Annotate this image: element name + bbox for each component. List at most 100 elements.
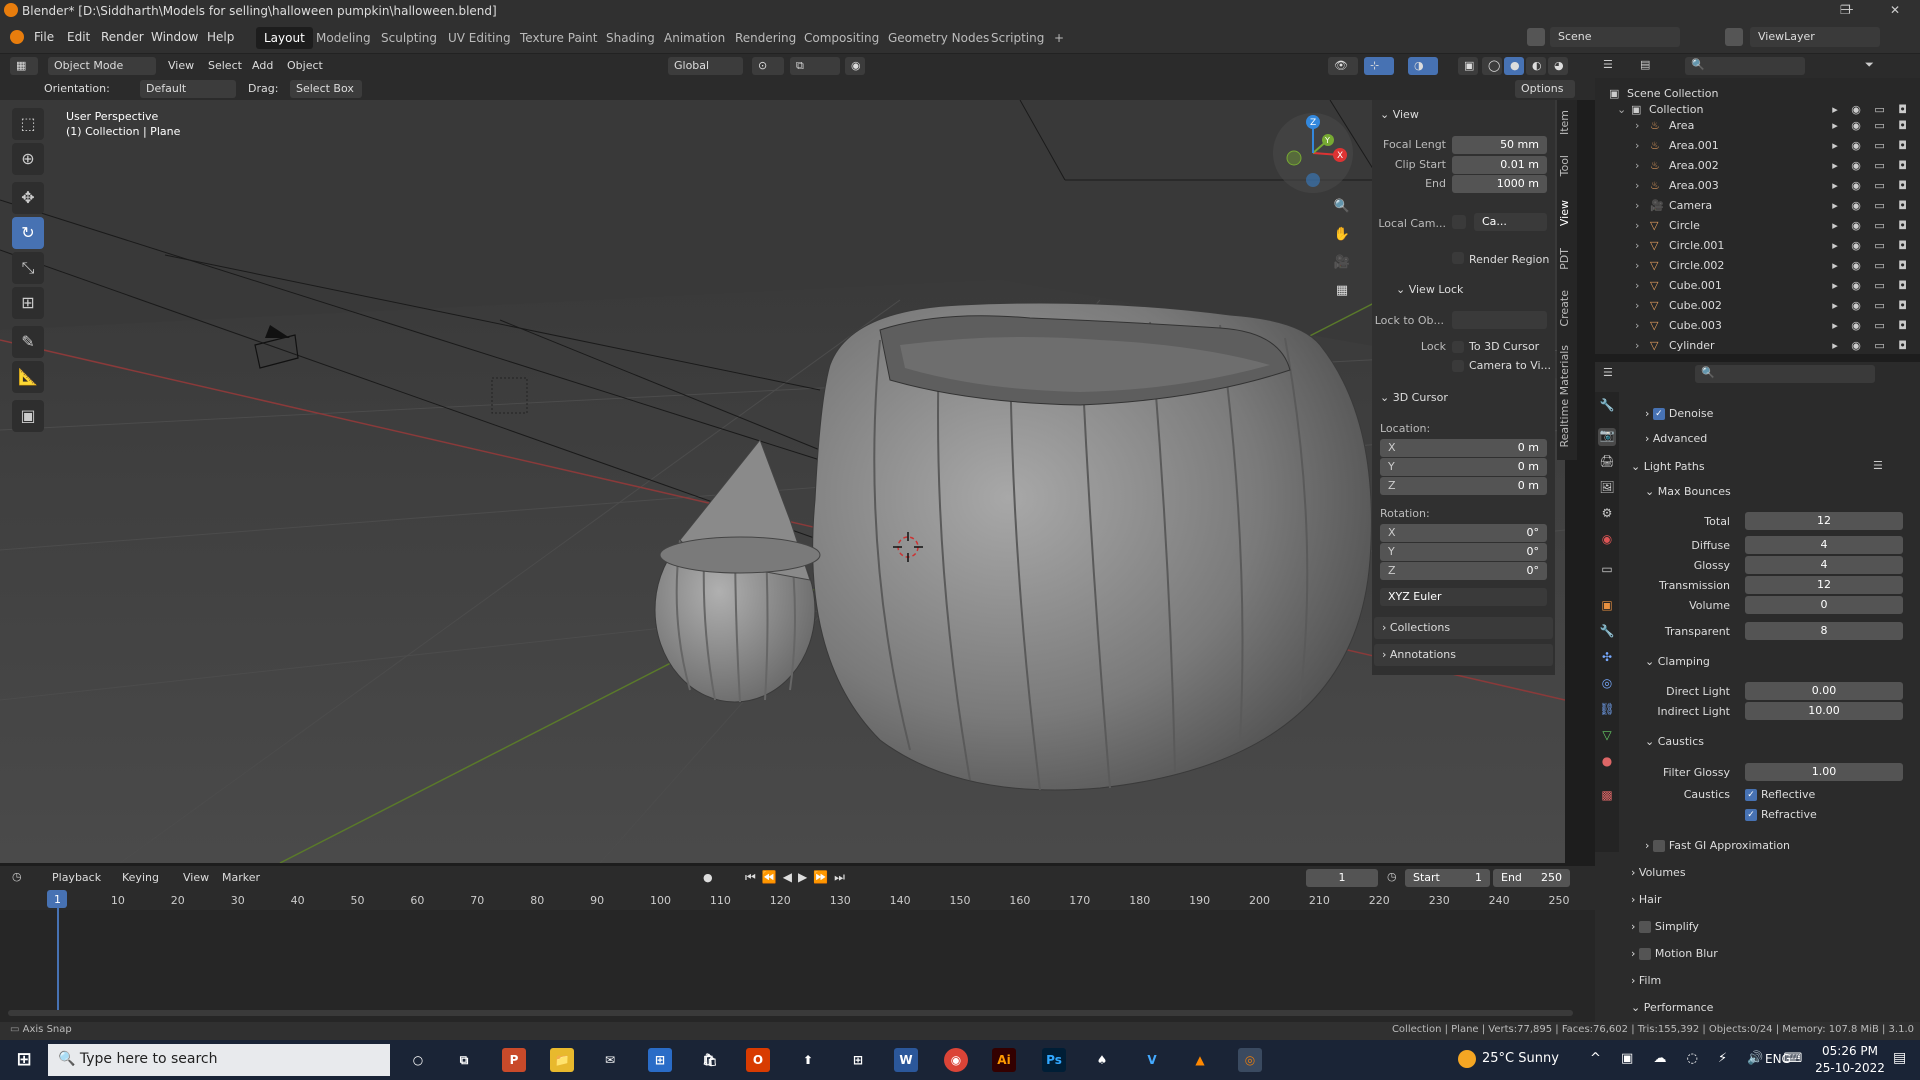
outliner-item[interactable]: › ♨ Area.002 ▸ ◉ ▭ ◘ — [1595, 156, 1920, 176]
header-menu-select[interactable]: Select — [208, 59, 242, 72]
mode-selector[interactable]: Object Mode — [48, 57, 156, 75]
vtab-tool[interactable]: Tool — [1558, 155, 1578, 176]
transform-tool-icon[interactable]: ⊞ — [12, 287, 44, 319]
scale-tool-icon[interactable]: ⤡ — [12, 252, 44, 284]
outliner-item-visibility-icons[interactable]: ▸ ◉ ▭ ◘ — [1832, 319, 1912, 332]
outliner-item-visibility-icons[interactable]: ▸ ◉ ▭ ◘ — [1832, 239, 1912, 252]
rotation-mode-dropdown[interactable]: XYZ Euler — [1380, 588, 1547, 606]
timeline-editor-icon[interactable]: ◷ — [12, 870, 22, 883]
collapse-chevron-icon[interactable]: ⌄ — [1617, 103, 1626, 116]
timeline-scrollbar[interactable] — [8, 1010, 1573, 1016]
reflective-checkbox[interactable]: ✓ — [1745, 789, 1757, 801]
rendered-shading-icon[interactable]: ◕ — [1548, 57, 1568, 75]
vtab-view[interactable]: View — [1558, 200, 1578, 226]
end-frame-field[interactable]: End 250 — [1493, 869, 1570, 887]
cursor-rot-z-field[interactable]: Z 0° — [1380, 562, 1547, 580]
outliner-item-visibility-icons[interactable]: ▸ ◉ ▭ ◘ — [1832, 139, 1912, 152]
playback-controls[interactable]: ⏮⏪◀▶⏩⏭ — [745, 870, 851, 885]
tool-tab-icon[interactable]: 🔧 — [1598, 398, 1616, 416]
gizmo-icon[interactable]: ⊹ — [1364, 57, 1394, 75]
blender-menu-icon[interactable] — [10, 30, 24, 44]
ortho-grid-icon[interactable]: ▦ — [1330, 279, 1354, 303]
windows-start-icon[interactable]: ⊞ — [12, 1048, 36, 1072]
add-cube-tool-icon[interactable]: ▣ — [12, 400, 44, 432]
tab-rendering[interactable]: Rendering — [727, 27, 804, 49]
physics-tab-icon[interactable]: ◎ — [1598, 676, 1616, 694]
vtab-create[interactable]: Create — [1558, 290, 1578, 327]
3d-cursor-section[interactable]: ⌄ 3D Cursor — [1380, 391, 1448, 404]
motion-blur-section[interactable]: › Motion Blur — [1631, 947, 1718, 960]
presets-list-icon[interactable]: ☰ — [1873, 459, 1883, 472]
menu-window[interactable]: Window — [151, 30, 198, 44]
blender-taskbar-icon[interactable]: ◎ — [1238, 1048, 1262, 1072]
collections-section[interactable]: › Collections — [1374, 617, 1553, 639]
direct-light-field[interactable]: 0.00 — [1745, 682, 1903, 700]
transparent-field[interactable]: 8 — [1745, 622, 1903, 640]
view-layer-tab-icon[interactable]: 🖼 — [1598, 480, 1616, 498]
orientation-dropdown[interactable]: Default — [140, 80, 236, 98]
denoise-row[interactable]: › ✓ Denoise — [1645, 407, 1713, 420]
outliner-item[interactable]: › ▽ Circle ▸ ◉ ▭ ◘ — [1595, 216, 1920, 236]
timeline-ruler[interactable]: 10 20 30 40 50 60 70 80 90 100 110 120 130 140 150 160 1… — [0, 890, 1595, 910]
move-tool-icon[interactable]: ✥ — [12, 182, 44, 214]
options-button[interactable]: Options — [1515, 80, 1575, 98]
header-menu-add[interactable]: Add — [252, 59, 273, 72]
outliner-search-input[interactable]: 🔍 — [1685, 57, 1805, 75]
vtab-pdt[interactable]: PDT — [1558, 248, 1578, 270]
texture-tab-icon[interactable]: ▩ — [1598, 788, 1616, 806]
menu-help[interactable]: Help — [207, 30, 234, 44]
marker-menu[interactable]: Marker — [222, 871, 260, 884]
timeline-area[interactable]: 10 20 30 40 50 60 70 80 90 100 110 120 130 140 150 160 1… — [0, 890, 1595, 1022]
illustrator-icon[interactable]: Ai — [992, 1048, 1016, 1072]
diffuse-field[interactable]: 4 — [1745, 536, 1903, 554]
advanced-section[interactable]: › Advanced — [1645, 432, 1707, 445]
outliner-item-visibility-icons[interactable]: ▸ ◉ ▭ ◘ — [1832, 279, 1912, 292]
calculator-icon[interactable]: ⊞ — [648, 1048, 672, 1072]
file-explorer-icon[interactable]: 📁 — [550, 1048, 574, 1072]
transmission-field[interactable]: 12 — [1745, 576, 1903, 594]
properties-search-input[interactable]: 🔍 — [1695, 365, 1875, 383]
simplify-section[interactable]: › Simplify — [1631, 920, 1699, 933]
indirect-light-field[interactable]: 10.00 — [1745, 702, 1903, 720]
object-tab-icon[interactable]: ▣ — [1598, 598, 1616, 616]
hair-section[interactable]: › Hair — [1631, 893, 1662, 906]
office-icon[interactable]: O — [746, 1048, 770, 1072]
header-menu-object[interactable]: Object — [287, 59, 323, 72]
wireframe-shading-icon[interactable]: ◯ — [1482, 57, 1502, 75]
vtab-realtime-materials[interactable]: Realtime Materials — [1558, 345, 1578, 447]
3d-viewport[interactable]: User Perspective (1) Collection | Plane … — [0, 100, 1565, 863]
motion-blur-checkbox[interactable] — [1638, 948, 1651, 960]
clamping-section[interactable]: ⌄ Clamping — [1645, 655, 1710, 668]
snap-icon[interactable]: ⧉ — [790, 57, 840, 75]
local-camera-field[interactable]: Ca... — [1474, 213, 1547, 231]
volume-field[interactable]: 0 — [1745, 596, 1903, 614]
outliner-item-visibility-icons[interactable]: ▸ ◉ ▭ ◘ — [1832, 199, 1912, 212]
cursor-rot-x-field[interactable]: X 0° — [1380, 524, 1547, 542]
annotate-tool-icon[interactable]: ✎ — [12, 326, 44, 358]
performance-section[interactable]: ⌄ Performance — [1631, 1001, 1713, 1014]
tab-layout[interactable]: Layout — [256, 27, 313, 49]
maximize-button[interactable]: ❐ — [1840, 3, 1851, 17]
tab-shading[interactable]: Shading — [598, 27, 663, 49]
clip-end-field[interactable]: 1000 m — [1452, 175, 1547, 193]
playback-menu[interactable]: Playback — [52, 871, 101, 884]
lock-to-object-field[interactable] — [1452, 311, 1547, 329]
modifier-tab-icon[interactable]: 🔧 — [1598, 624, 1616, 642]
start-frame-field[interactable]: Start 1 — [1405, 869, 1490, 887]
total-field[interactable]: 12 — [1745, 512, 1903, 530]
language-indicator[interactable]: ENG — [1765, 1052, 1791, 1066]
vtab-item[interactable]: Item — [1558, 110, 1578, 135]
xray-icon[interactable]: ▣ — [1458, 57, 1478, 75]
max-bounces-section[interactable]: ⌄ Max Bounces — [1645, 485, 1731, 498]
menu-edit[interactable]: Edit — [67, 30, 90, 44]
world-tab-icon[interactable]: ◉ — [1598, 532, 1616, 550]
outliner-item-visibility-icons[interactable]: ▸ ◉ ▭ ◘ — [1832, 299, 1912, 312]
drag-dropdown[interactable]: Select Box — [290, 80, 362, 98]
rotate-tool-icon[interactable]: ↻ — [12, 217, 44, 249]
collection-tab-icon[interactable]: ▭ — [1598, 562, 1616, 580]
v-app-icon[interactable]: V — [1140, 1048, 1164, 1072]
header-menu-view[interactable]: View — [168, 59, 194, 72]
render-tab-icon[interactable]: 📷 — [1598, 428, 1616, 446]
outliner-item-visibility-icons[interactable]: ▸ ◉ ▭ ◘ — [1832, 259, 1912, 272]
cursor-loc-y-field[interactable]: Y 0 m — [1380, 458, 1547, 476]
